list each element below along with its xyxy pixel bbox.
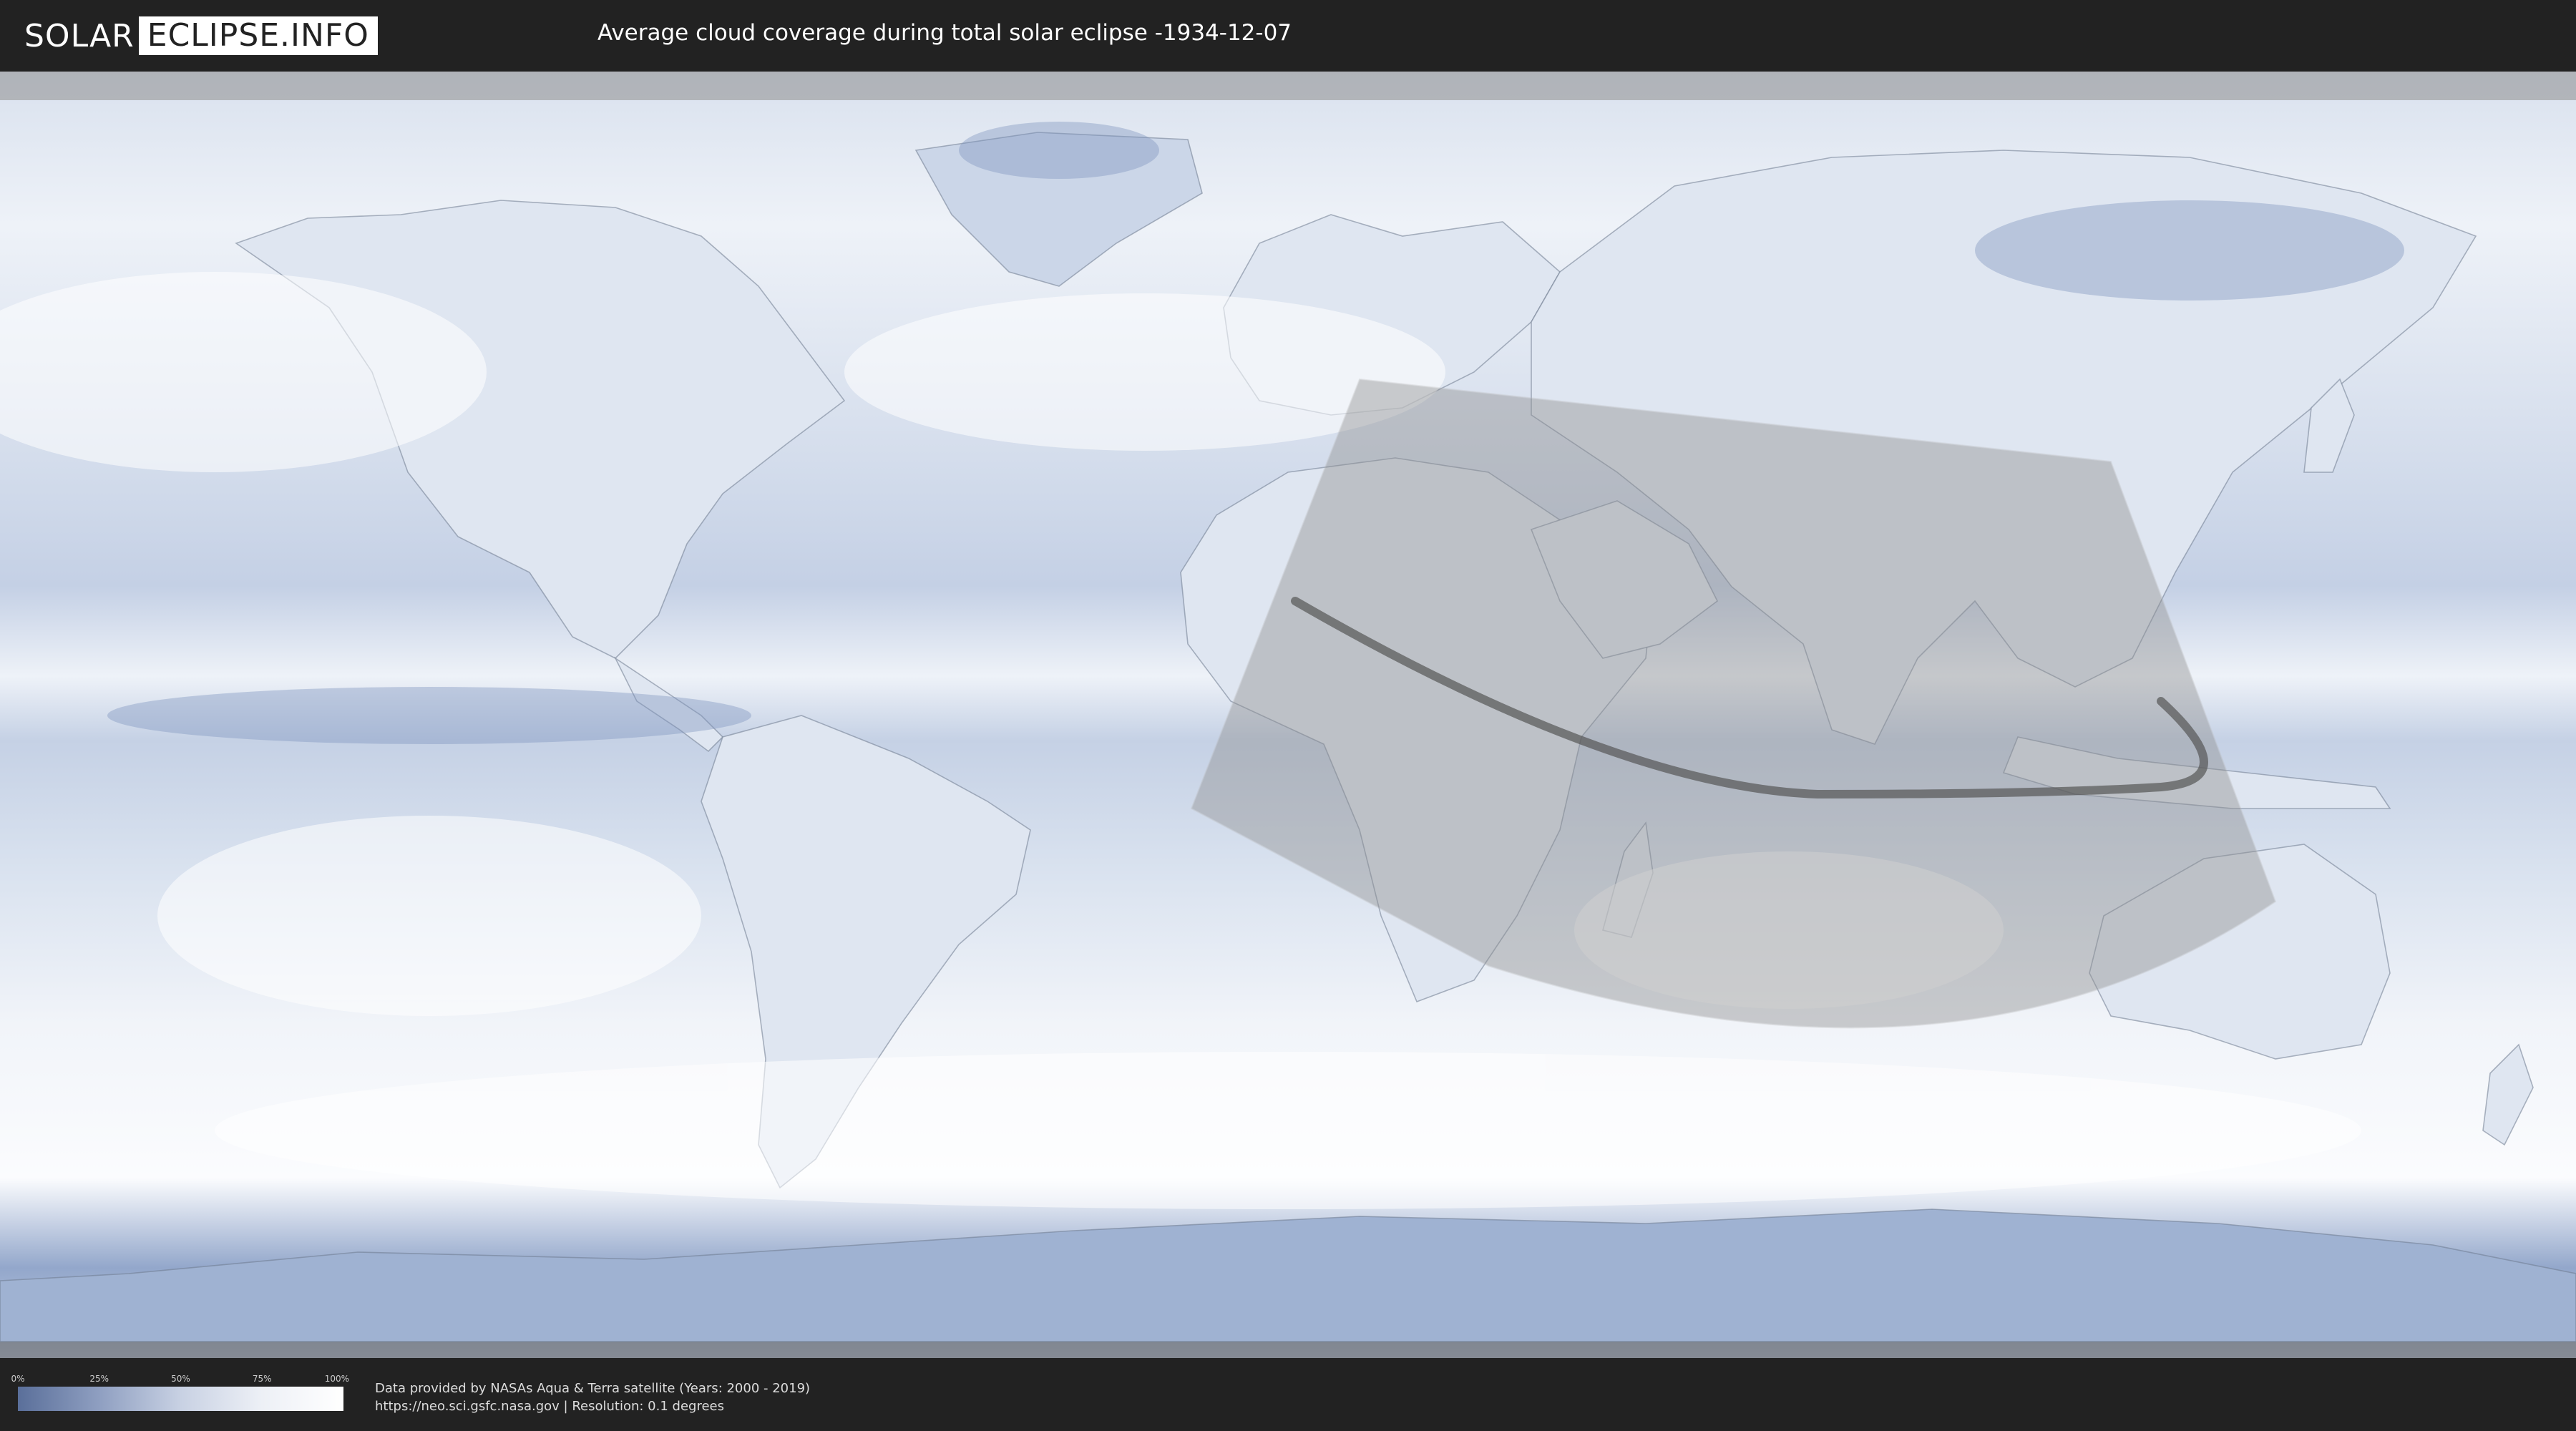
cloud-patch-southern-ocean [215,1052,2361,1209]
map-bottom-edge [0,1342,2576,1358]
header-bar: SOLAR ECLIPSE.INFO Average cloud coverag… [0,0,2576,72]
credits-source: Data provided by NASAs Aqua & Terra sate… [375,1381,811,1396]
data-credits: Data provided by NASAs Aqua & Terra sate… [375,1379,810,1415]
cloud-coverage-map [0,72,2576,1358]
cloud-deep-greenland [959,122,1159,179]
credits-url: https://neo.sci.gsfc.nasa.gov | Resoluti… [375,1399,724,1414]
legend-ticks: 0% 25% 50% 75% 100% [11,1374,349,1387]
legend-color-bar [18,1387,343,1411]
cloud-deep-pacific-itcz [107,687,751,744]
legend-tick-0: 0% [11,1374,25,1384]
page-title: Average cloud coverage during total sola… [597,20,1292,46]
legend-tick-100: 100% [324,1374,350,1384]
cloud-coverage-legend: 0% 25% 50% 75% 100% [11,1374,349,1411]
legend-tick-75: 75% [252,1374,272,1384]
legend-tick-50: 50% [171,1374,190,1384]
map-top-edge [0,72,2576,100]
cloud-patch-south-pacific [157,816,701,1016]
cloud-deep-siberia [1975,200,2404,301]
legend-tick-25: 25% [89,1374,109,1384]
footer-bar: 0% 25% 50% 75% 100% Data provided by NAS… [0,1358,2576,1431]
